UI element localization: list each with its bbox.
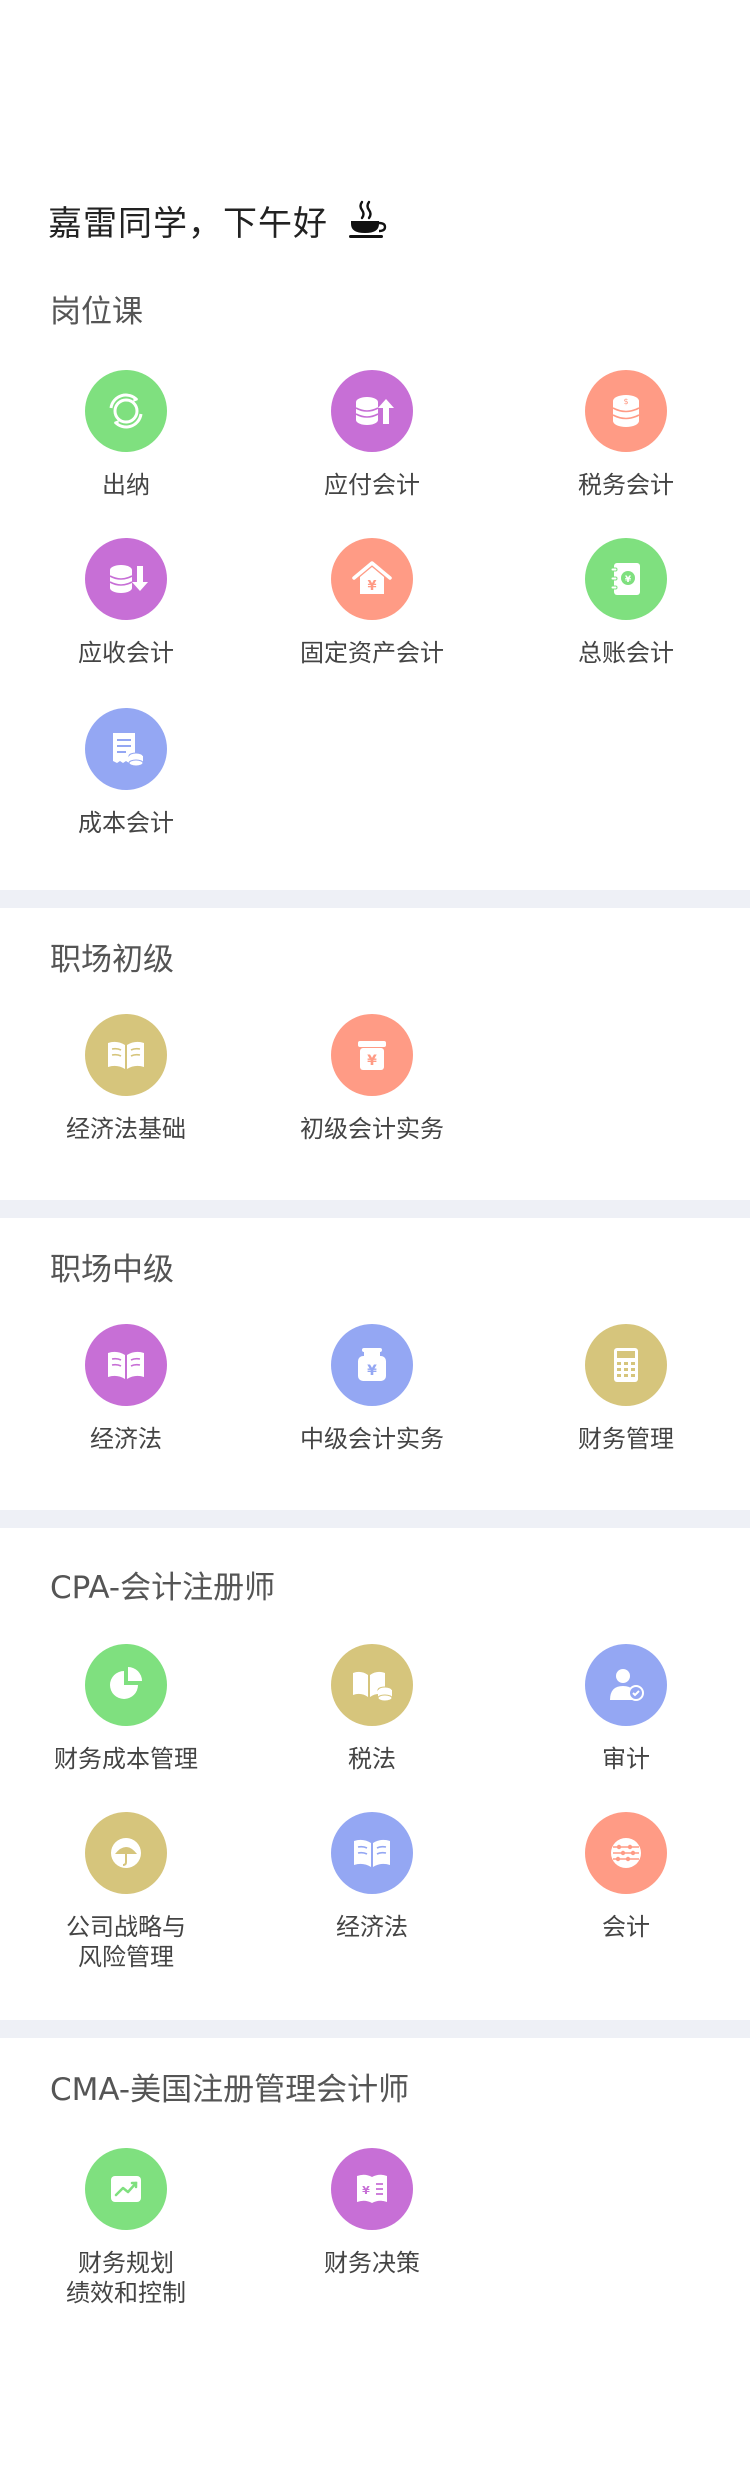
course-item-cost-management[interactable]: 财务成本管理 xyxy=(6,1644,246,1774)
course-label: 财务管理 xyxy=(578,1425,674,1453)
course-item-cpa-economic-law[interactable]: 经济法 xyxy=(252,1812,492,1942)
section-divider xyxy=(0,890,750,908)
svg-text:¥: ¥ xyxy=(367,1363,377,1379)
course-label: 税法 xyxy=(348,1745,396,1773)
course-item-accounting[interactable]: 会计 xyxy=(506,1812,746,1942)
course-item-tax-accounting[interactable]: $ 税务会计 xyxy=(506,370,746,500)
open-book-icon xyxy=(354,1839,390,1867)
course-item-general-ledger[interactable]: ¥ 总账会计 xyxy=(506,538,746,668)
abacus-icon xyxy=(611,1838,641,1868)
course-label: 固定资产会计 xyxy=(300,639,444,667)
svg-text:¥: ¥ xyxy=(367,579,376,594)
svg-text:¥: ¥ xyxy=(625,575,632,585)
section-title: 职场中级 xyxy=(50,1252,174,1288)
house-yen-icon: ¥ xyxy=(352,561,392,594)
course-label: 应收会计 xyxy=(78,639,174,667)
section-junior: 职场初级 经济法基础 ¥ 初级会计实务 xyxy=(0,908,750,1200)
course-item-accounts-receivable[interactable]: 应收会计 xyxy=(6,538,246,668)
yen-doc-icon: ¥ xyxy=(357,2174,387,2203)
section-title: 岗位课 xyxy=(50,294,143,330)
course-label: 审计 xyxy=(602,1745,650,1773)
course-label: 财务决策 xyxy=(324,2249,420,2277)
course-item-cashier[interactable]: 出纳 xyxy=(6,370,246,500)
course-label: 会计 xyxy=(602,1913,650,1941)
course-item-accounts-payable[interactable]: 应付会计 xyxy=(252,370,492,500)
section-divider xyxy=(0,1200,750,1218)
course-item-cost-accounting[interactable]: 成本会计 xyxy=(6,708,246,838)
section-intermediate: 职场中级 经济法 ¥ 中级会计实务 财务管理 xyxy=(0,1218,750,1510)
course-label: 经济法 xyxy=(336,1913,408,1941)
open-book-icon xyxy=(108,1351,144,1379)
section-title: 职场初级 xyxy=(50,942,174,978)
trend-icon xyxy=(111,2176,141,2202)
pie-chart-icon xyxy=(110,1667,142,1699)
section-divider xyxy=(0,2020,750,2038)
course-label: 财务成本管理 xyxy=(54,1745,198,1773)
receipt-icon xyxy=(113,733,144,767)
course-item-audit[interactable]: 审计 xyxy=(506,1644,746,1774)
yen-jar-icon: ¥ xyxy=(358,1348,386,1381)
course-label: 财务规划 绩效和控制 xyxy=(66,2249,186,2307)
course-item-economic-law-basics[interactable]: 经济法基础 xyxy=(6,1014,246,1144)
ledger-icon: ¥ xyxy=(610,563,640,595)
course-label: 总账会计 xyxy=(578,639,674,667)
course-item-economic-law[interactable]: 经济法 xyxy=(6,1324,246,1454)
greeting-text: 嘉雷同学，下午好 xyxy=(48,203,328,244)
coin-stack-icon: $ xyxy=(612,395,640,427)
svg-text:¥: ¥ xyxy=(367,1053,377,1069)
course-label: 应付会计 xyxy=(324,471,420,499)
yen-box-icon: ¥ xyxy=(358,1041,386,1070)
course-label: 经济法 xyxy=(90,1425,162,1453)
section-divider xyxy=(0,1510,750,1528)
course-item-financial-management[interactable]: 财务管理 xyxy=(506,1324,746,1454)
calculator-icon xyxy=(614,1348,638,1382)
section-title: CPA-会计注册师 xyxy=(50,1570,276,1606)
svg-text:$: $ xyxy=(623,397,628,406)
section-title: CMA-美国注册管理会计师 xyxy=(50,2072,410,2108)
section-position-courses: 岗位课 出纳 应付会计 $ 税务会计 应收会计 ¥ 固定资产会计 ¥ 总账会计 … xyxy=(0,260,750,880)
course-item-strategy-risk[interactable]: 公司战略与 风险管理 xyxy=(6,1812,246,1972)
auditor-icon xyxy=(610,1669,644,1701)
course-item-fixed-assets[interactable]: ¥ 固定资产会计 xyxy=(252,538,492,668)
home-page: 嘉雷同学，下午好 岗位课 出纳 应付会计 $ 税务会计 应收会计 ¥ 固定资产会… xyxy=(0,0,750,2476)
coins-down-icon xyxy=(109,565,148,593)
coins-up-icon xyxy=(355,397,394,425)
course-item-financial-planning[interactable]: 财务规划 绩效和控制 xyxy=(6,2148,246,2308)
course-label: 出纳 xyxy=(102,471,150,499)
course-item-tax-law[interactable]: 税法 xyxy=(252,1644,492,1774)
course-item-intermediate-accounting[interactable]: ¥ 中级会计实务 xyxy=(252,1324,492,1454)
course-label: 经济法基础 xyxy=(66,1115,186,1143)
coffee-cup-icon xyxy=(349,200,387,238)
svg-text:¥: ¥ xyxy=(362,2184,370,2197)
course-label: 中级会计实务 xyxy=(300,1425,444,1453)
book-coins-icon xyxy=(353,1671,393,1702)
course-label: 初级会计实务 xyxy=(300,1115,444,1143)
greeting: 嘉雷同学，下午好 xyxy=(48,190,390,250)
course-label: 成本会计 xyxy=(78,809,174,837)
open-book-icon xyxy=(108,1041,144,1069)
course-item-junior-accounting[interactable]: ¥ 初级会计实务 xyxy=(252,1014,492,1144)
section-cma: CMA-美国注册管理会计师 财务规划 绩效和控制 ¥ 财务决策 xyxy=(0,2038,750,2476)
course-label: 税务会计 xyxy=(578,471,674,499)
course-item-financial-decision[interactable]: ¥ 财务决策 xyxy=(252,2148,492,2278)
section-cpa: CPA-会计注册师 财务成本管理 税法 审计 公司战略与 风险管理 经济法 会计 xyxy=(0,1528,750,2020)
course-label: 公司战略与 风险管理 xyxy=(66,1913,186,1971)
umbrella-icon xyxy=(111,1838,141,1868)
cashier-icon xyxy=(109,393,143,429)
